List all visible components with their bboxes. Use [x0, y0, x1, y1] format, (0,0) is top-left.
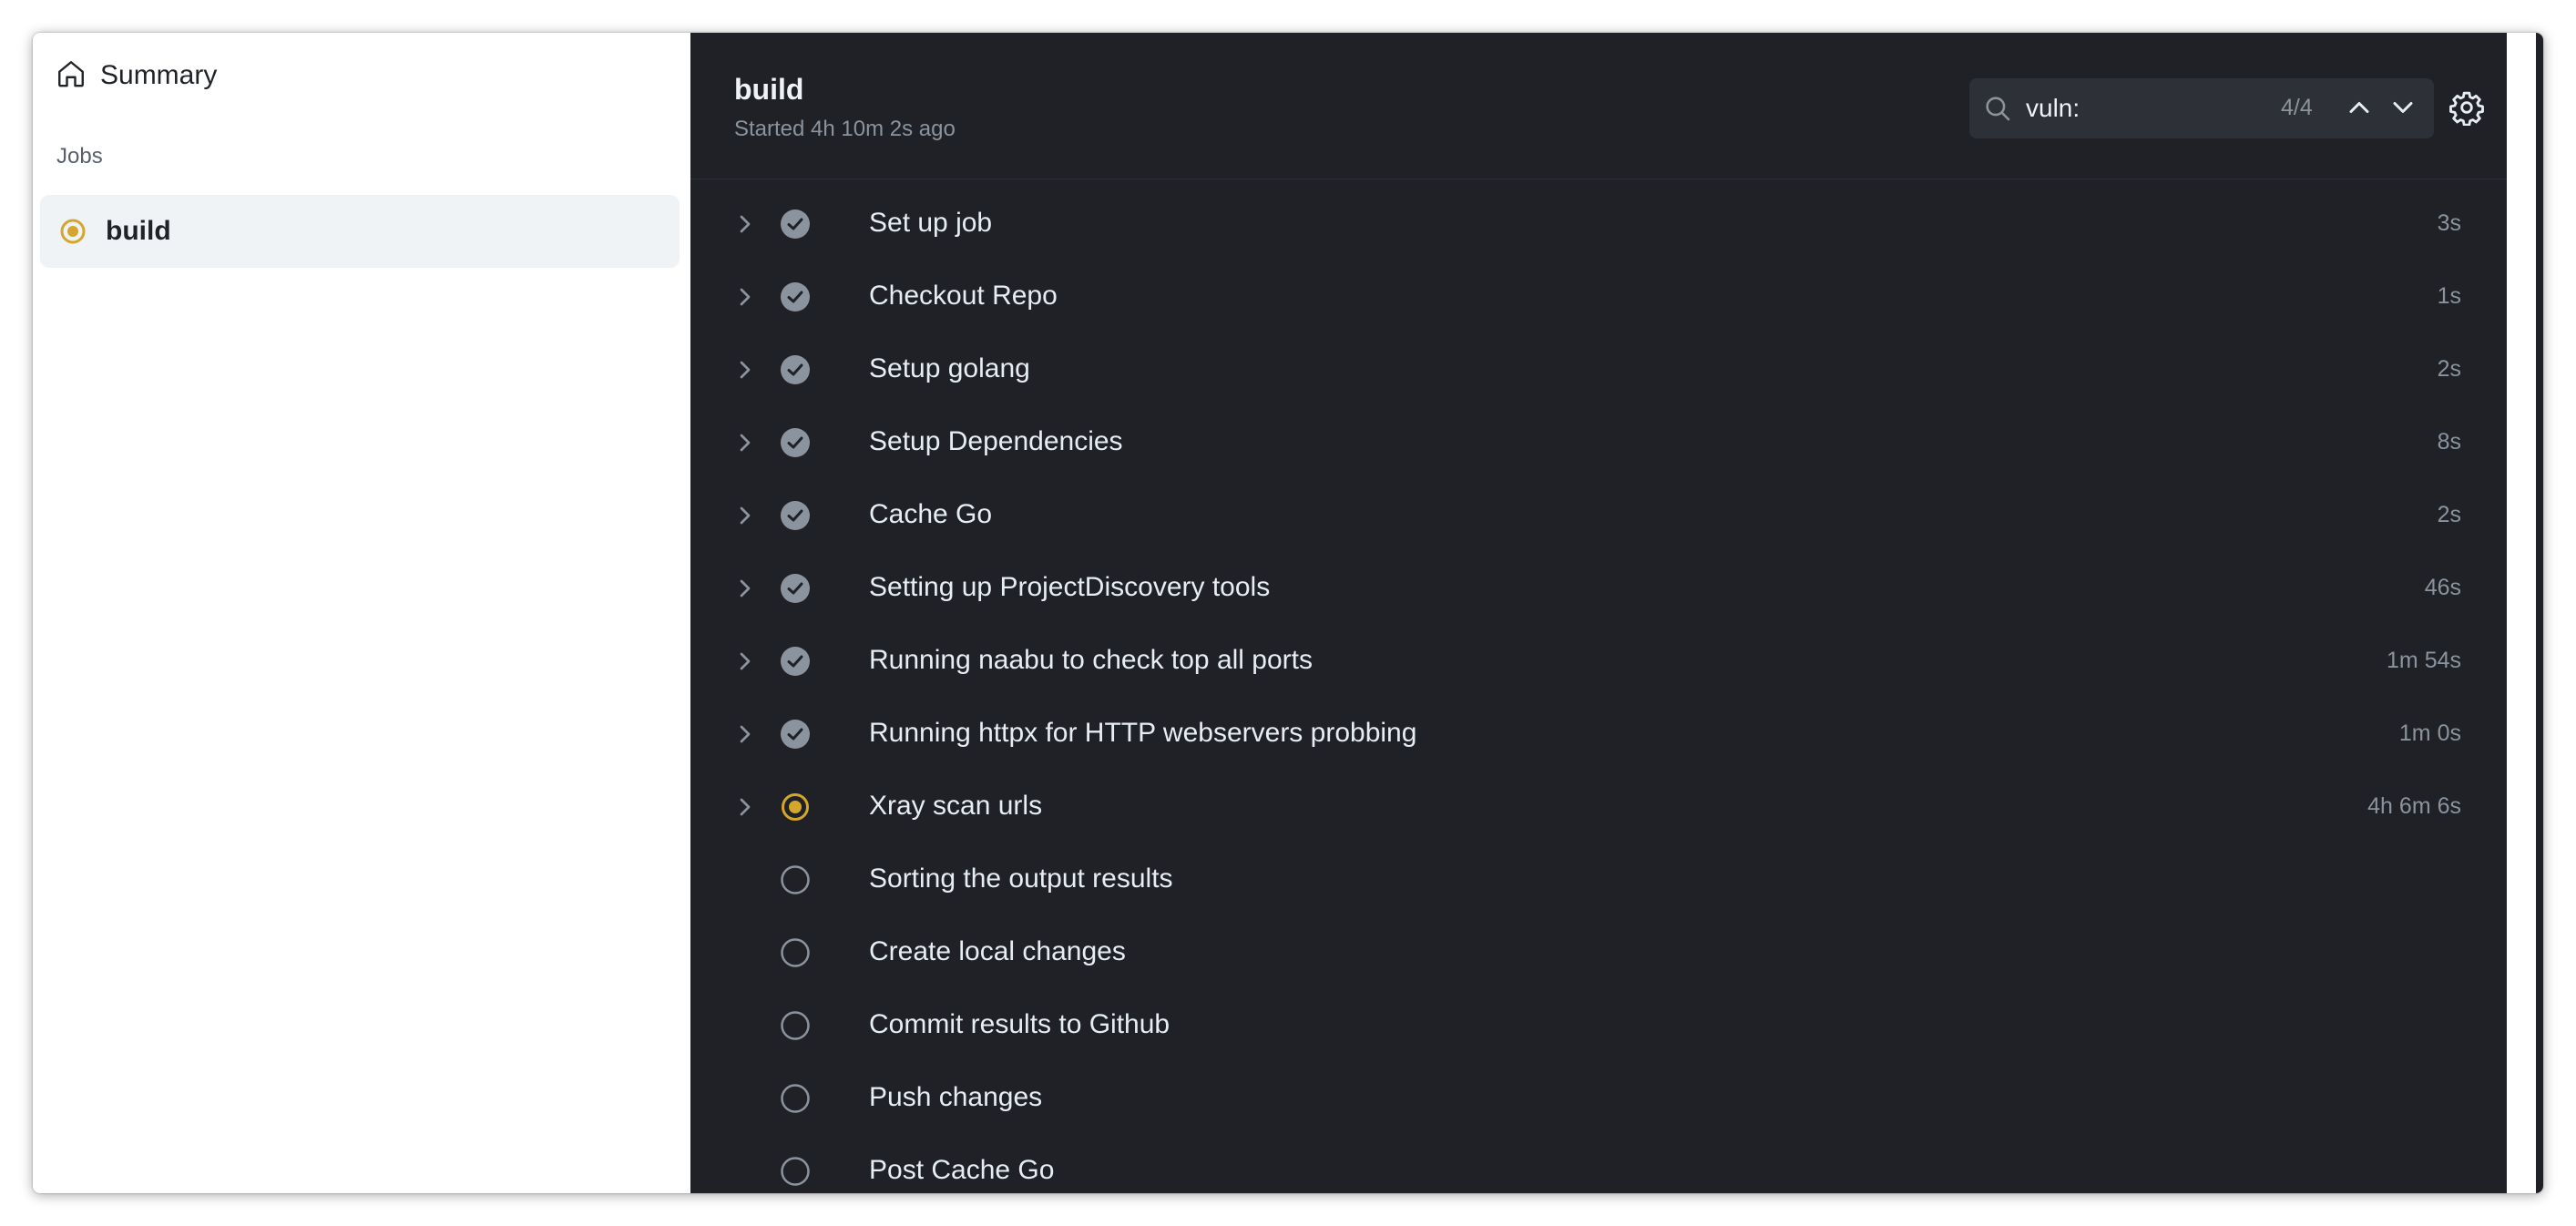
in-progress-icon: [60, 219, 86, 244]
pending-circle-icon: [781, 1011, 810, 1040]
search-match-count: 4/4: [2281, 95, 2313, 120]
check-circle-icon: [781, 720, 810, 749]
step-row[interactable]: Running naabu to check top all ports 1m 5…: [690, 625, 2507, 698]
step-name: Post Cache Go: [869, 1155, 1055, 1185]
pending-circle-icon: [781, 865, 810, 894]
step-name: Setup Dependencies: [869, 426, 1123, 456]
chevron-right-icon[interactable]: [731, 209, 760, 239]
step-name: Set up job: [869, 208, 993, 238]
step-name: Running httpx for HTTP webservers probbi…: [869, 718, 1417, 748]
step-duration: 3s: [2437, 210, 2461, 236]
check-circle-icon: [781, 574, 810, 603]
summary-link[interactable]: Summary: [55, 53, 217, 98]
pending-circle-icon: [781, 1157, 810, 1186]
step-row[interactable]: Running httpx for HTTP webservers probbi…: [690, 698, 2507, 771]
step-name: Running naabu to check top all ports: [869, 645, 1313, 675]
step-row[interactable]: Set up job 3s: [690, 188, 2507, 261]
chevron-right-icon[interactable]: [731, 792, 760, 822]
gear-icon[interactable]: [2448, 89, 2485, 126]
chevron-right-icon[interactable]: [731, 647, 760, 676]
step-name: Setting up ProjectDiscovery tools: [869, 572, 1271, 602]
step-name: Checkout Repo: [869, 281, 1058, 311]
chevron-right-icon[interactable]: [731, 282, 760, 312]
sidebar: Summary Jobs build: [33, 33, 690, 1193]
step-duration: 2s: [2437, 502, 2461, 527]
step-row[interactable]: Cache Go 2s: [690, 479, 2507, 552]
step-row[interactable]: Push changes: [690, 1062, 2507, 1135]
step-duration: 2s: [2437, 356, 2461, 382]
chevron-down-icon[interactable]: [2387, 91, 2419, 124]
chevron-right-icon[interactable]: [731, 428, 760, 457]
job-log-panel: build Started 4h 10m 2s ago 4/4: [690, 33, 2507, 1193]
chevron-right-icon[interactable]: [731, 501, 760, 530]
pending-circle-icon: [781, 1084, 810, 1113]
step-duration: 46s: [2424, 575, 2461, 600]
step-name: Xray scan urls: [869, 791, 1043, 821]
step-name: Create local changes: [869, 936, 1126, 966]
step-name: Commit results to Github: [869, 1009, 1170, 1039]
chevron-right-icon[interactable]: [731, 574, 760, 603]
in-progress-icon: [782, 793, 809, 821]
step-row[interactable]: Create local changes: [690, 916, 2507, 989]
check-circle-icon: [781, 355, 810, 384]
page-title: build: [734, 73, 804, 106]
search-icon: [1986, 97, 2010, 121]
summary-label: Summary: [100, 60, 218, 90]
home-icon: [55, 57, 87, 95]
step-duration: 8s: [2437, 429, 2461, 455]
job-label: build: [106, 216, 171, 246]
chevron-up-icon[interactable]: [2343, 91, 2376, 124]
jobs-heading: Jobs: [56, 144, 103, 169]
step-row[interactable]: Commit results to Github: [690, 989, 2507, 1062]
workflow-run-window: Summary Jobs build build Started 4h 10m …: [33, 33, 2543, 1193]
step-duration: 1m 54s: [2387, 648, 2461, 673]
job-started-time: Started 4h 10m 2s ago: [734, 117, 956, 141]
job-header: build Started 4h 10m 2s ago 4/4: [690, 33, 2507, 179]
step-name: Cache Go: [869, 499, 993, 529]
step-row[interactable]: Checkout Repo 1s: [690, 261, 2507, 333]
step-row[interactable]: Xray scan urls 4h 6m 6s: [690, 771, 2507, 843]
step-duration: 4h 6m 6s: [2367, 793, 2461, 819]
log-search-box: 4/4: [1969, 78, 2434, 138]
check-circle-icon: [781, 428, 810, 457]
chevron-right-icon[interactable]: [731, 355, 760, 384]
step-row[interactable]: Setting up ProjectDiscovery tools 46s: [690, 552, 2507, 625]
check-circle-icon: [781, 647, 810, 676]
check-circle-icon: [781, 501, 810, 530]
sidebar-item-build[interactable]: build: [40, 195, 680, 268]
right-edge: [2507, 33, 2543, 1193]
search-input[interactable]: [2026, 89, 2263, 128]
step-row[interactable]: Setup golang 2s: [690, 333, 2507, 406]
chevron-right-icon[interactable]: [731, 720, 760, 749]
step-row[interactable]: Setup Dependencies 8s: [690, 406, 2507, 479]
step-row[interactable]: Post Cache Go: [690, 1135, 2507, 1193]
step-name: Sorting the output results: [869, 863, 1173, 894]
pending-circle-icon: [781, 938, 810, 967]
check-circle-icon: [781, 282, 810, 312]
step-duration: 1m 0s: [2398, 720, 2461, 746]
step-duration: 1s: [2437, 283, 2461, 309]
step-row[interactable]: Sorting the output results: [690, 843, 2507, 916]
step-name: Setup golang: [869, 353, 1030, 383]
check-circle-icon: [781, 209, 810, 239]
step-name: Push changes: [869, 1082, 1043, 1112]
